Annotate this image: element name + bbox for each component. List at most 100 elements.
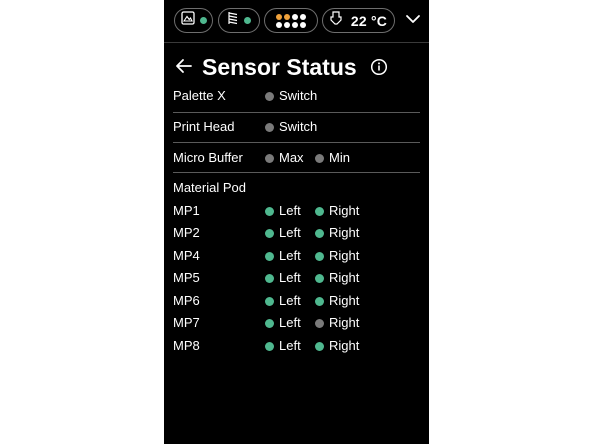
indicator: Min	[315, 148, 350, 168]
indicator-label: Left	[279, 225, 301, 240]
status-dot	[315, 273, 324, 283]
status-dot	[265, 341, 274, 351]
material-pod-row: MP2 Left Right	[173, 223, 420, 243]
indicator-right: Right	[315, 268, 359, 288]
grid-dot	[292, 13, 298, 20]
spool-status-pill[interactable]	[218, 8, 260, 33]
indicator-left: Left	[265, 291, 301, 311]
material-pod-row: MP4 Left Right	[173, 246, 420, 266]
status-dot	[265, 91, 274, 101]
status-dot	[315, 206, 324, 216]
indicator-label: Right	[329, 270, 360, 285]
divider	[173, 112, 420, 113]
status-dot	[315, 341, 324, 351]
indicator-label: Left	[279, 270, 301, 285]
grid-dot	[276, 21, 282, 28]
status-dot	[315, 153, 324, 163]
printer-icon	[180, 11, 195, 30]
sensor-label: Palette X	[173, 88, 226, 103]
section-title: Material Pod	[173, 180, 246, 195]
indicator-left: Left	[265, 223, 301, 243]
temperature-pill[interactable]: 22 °C	[322, 8, 395, 33]
status-dot	[265, 251, 274, 261]
material-pod-row: MP5 Left Right	[173, 268, 420, 288]
indicator-right: Right	[315, 201, 359, 221]
indicator: Switch	[265, 117, 317, 137]
grid-dot	[300, 21, 306, 28]
sensor-row-print-head: Print Head Switch	[173, 117, 420, 137]
indicator-left: Left	[265, 246, 301, 266]
status-dot	[315, 296, 324, 306]
divider	[173, 142, 420, 143]
info-icon[interactable]	[370, 58, 388, 81]
dot-grid-pill[interactable]	[264, 8, 318, 33]
sensor-status-screen: 22 °C Sensor Status Palette X Switch Pri…	[164, 0, 429, 444]
page-title: Sensor Status	[202, 54, 357, 80]
grid-dot	[284, 21, 290, 28]
material-pod-label: MP6	[173, 293, 200, 308]
status-dot	[315, 318, 324, 328]
indicator-label: Left	[279, 203, 301, 218]
status-dot	[265, 273, 274, 283]
indicator-label: Right	[329, 203, 360, 218]
material-pod-row: MP7 Left Right	[173, 313, 420, 333]
status-bar: 22 °C	[164, 0, 429, 44]
indicator-label: Left	[279, 338, 301, 353]
indicator-left: Left	[265, 268, 301, 288]
printer-status-dot	[199, 17, 207, 24]
status-dot	[265, 318, 274, 328]
indicator-label: Left	[279, 248, 301, 263]
indicator-right: Right	[315, 313, 359, 333]
spool-status-dot	[244, 17, 251, 24]
material-pod-label: MP7	[173, 315, 200, 330]
indicator-label: Right	[329, 248, 360, 263]
material-pod-row: MP1 Left Right	[173, 201, 420, 221]
spool-icon	[227, 11, 239, 30]
material-pod-label: MP4	[173, 248, 200, 263]
arrow-left-icon[interactable]	[175, 57, 193, 80]
indicator-label: Left	[279, 315, 301, 330]
indicator-label: Max	[279, 150, 304, 165]
thermometer-icon	[330, 10, 342, 31]
grid-dot	[284, 13, 290, 20]
material-pod-label: MP1	[173, 203, 200, 218]
chevron-down-icon[interactable]	[405, 11, 421, 32]
material-pod-label: MP8	[173, 338, 200, 353]
indicator-label: Right	[329, 293, 360, 308]
material-pod-label: MP5	[173, 270, 200, 285]
divider	[173, 172, 420, 173]
dot-grid-icon	[276, 13, 306, 28]
sensor-label: Print Head	[173, 119, 235, 134]
material-pod-label: MP2	[173, 225, 200, 240]
sensor-row-micro-buffer: Micro Buffer Max Min	[173, 148, 420, 168]
indicator-right: Right	[315, 246, 359, 266]
indicator: Max	[265, 148, 304, 168]
indicator-label: Left	[279, 293, 301, 308]
printer-status-pill[interactable]	[174, 8, 213, 33]
indicator-right: Right	[315, 336, 359, 356]
grid-dot	[276, 13, 282, 20]
indicator-left: Left	[265, 313, 301, 333]
indicator-left: Left	[265, 201, 301, 221]
temperature-value: 22 °C	[350, 12, 388, 29]
material-pod-row: MP8 Left Right	[173, 336, 420, 356]
indicator-right: Right	[315, 291, 359, 311]
sensor-row-palette-x: Palette X Switch	[173, 86, 420, 106]
status-dot	[315, 228, 324, 238]
status-dot	[265, 122, 274, 132]
indicator-right: Right	[315, 223, 359, 243]
page-header: Sensor Status	[175, 53, 425, 81]
material-pod-row: MP6 Left Right	[173, 291, 420, 311]
indicator-label: Switch	[279, 88, 318, 103]
top-divider	[164, 42, 429, 43]
indicator-label: Min	[329, 150, 350, 165]
indicator-label: Right	[329, 225, 360, 240]
indicator-label: Switch	[279, 119, 318, 134]
status-dot	[265, 296, 274, 306]
grid-dot	[292, 21, 298, 28]
status-dot	[265, 153, 274, 163]
status-dot	[265, 206, 274, 216]
status-dot	[315, 251, 324, 261]
status-dot	[265, 228, 274, 238]
sensor-label: Micro Buffer	[173, 150, 243, 165]
